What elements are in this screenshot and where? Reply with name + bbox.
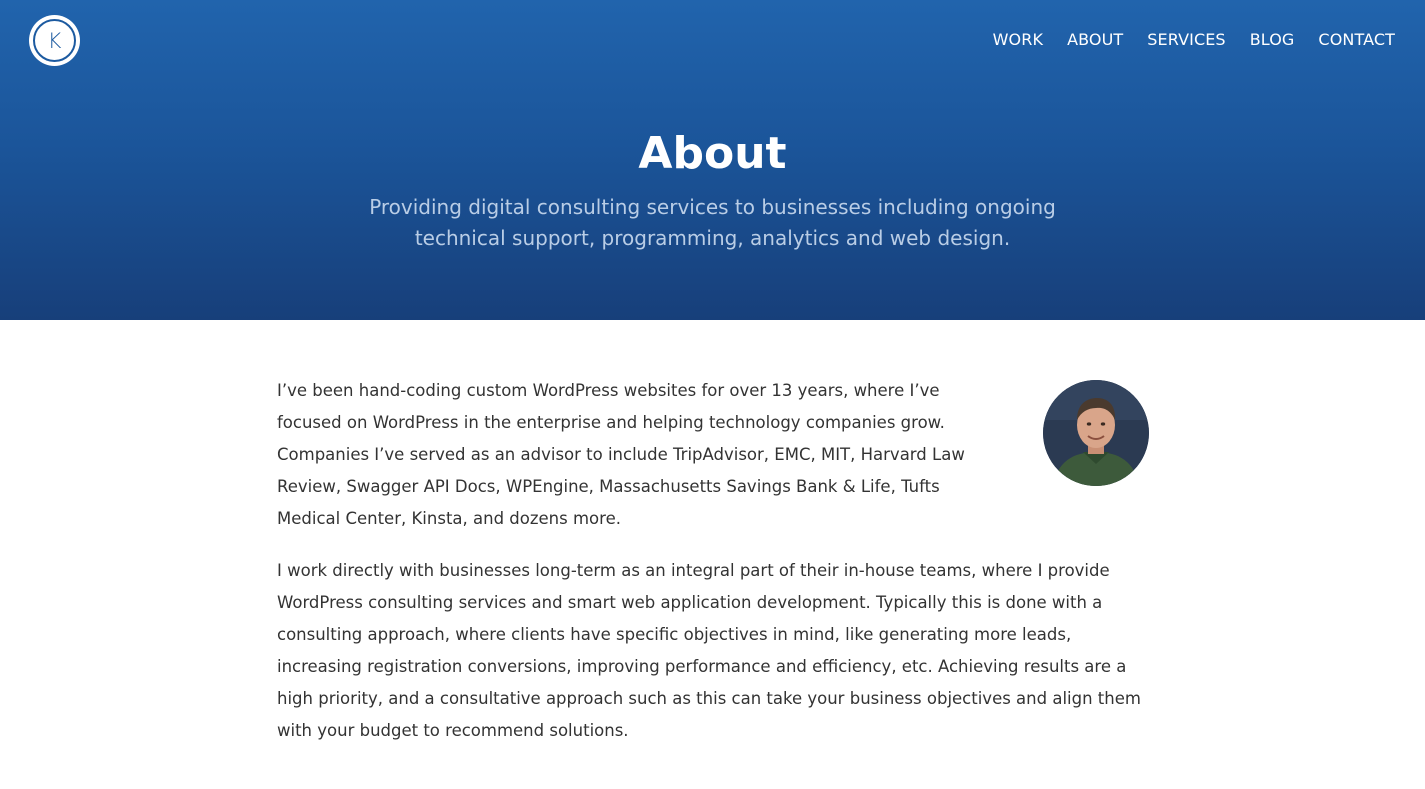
- main-nav: WORK ABOUT SERVICES BLOG CONTACT: [993, 29, 1395, 51]
- about-paragraph-2: I work directly with businesses long-ter…: [277, 561, 1141, 740]
- nav-item-about[interactable]: ABOUT: [1067, 29, 1123, 51]
- nav-item-contact[interactable]: CONTACT: [1318, 29, 1395, 51]
- author-portrait-icon: [1043, 380, 1149, 486]
- logo-icon: K: [33, 19, 76, 62]
- author-avatar: [1043, 380, 1149, 486]
- nav-item-work[interactable]: WORK: [993, 29, 1043, 51]
- page-header: K WORK ABOUT SERVICES BLOG CONTACT About…: [0, 0, 1425, 320]
- nav-item-services[interactable]: SERVICES: [1147, 29, 1225, 51]
- page-subtitle: Providing digital consulting services to…: [369, 195, 1056, 250]
- about-paragraph-1: I’ve been hand-coding custom WordPress w…: [277, 381, 965, 528]
- site-logo-link[interactable]: K: [29, 15, 80, 66]
- about-content: I’ve been hand-coding custom WordPress w…: [277, 375, 1149, 767]
- nav-item-blog[interactable]: BLOG: [1250, 29, 1295, 51]
- page-title: About: [638, 128, 787, 179]
